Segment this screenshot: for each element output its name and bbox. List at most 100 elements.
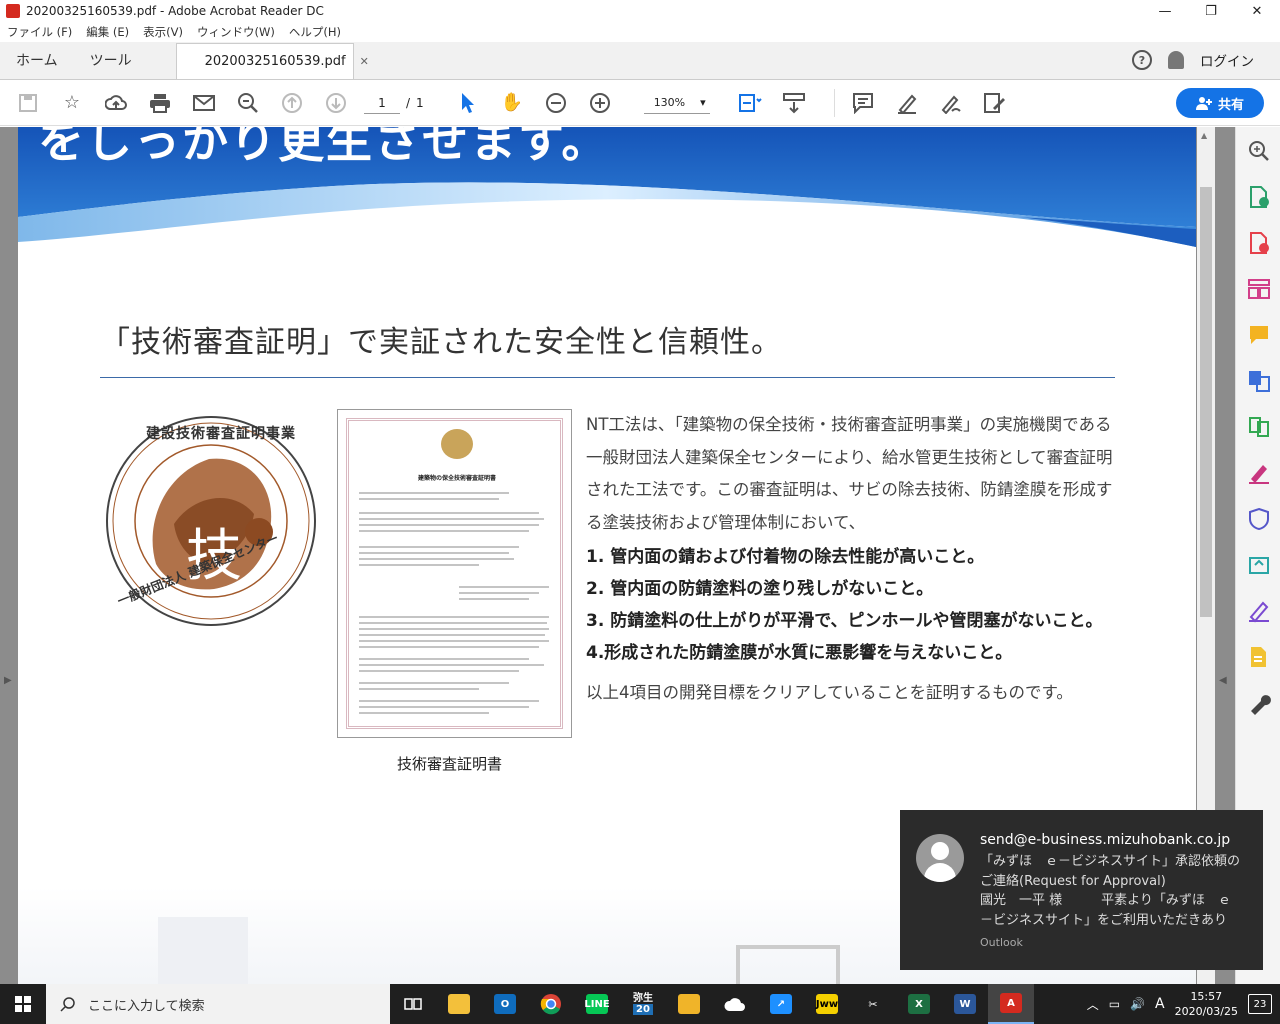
left-panel-toggle-icon[interactable]: ▶ <box>4 675 12 686</box>
page-separator: / <box>406 95 411 110</box>
cloud-drive-icon[interactable] <box>712 984 758 1024</box>
chrome-icon[interactable] <box>528 984 574 1024</box>
login-link[interactable]: ログイン <box>1200 50 1254 70</box>
ime-indicator[interactable]: A <box>1155 996 1165 1012</box>
help-icon[interactable]: ? <box>1132 50 1152 70</box>
network-icon[interactable]: ▭ <box>1109 997 1120 1011</box>
zoom-out-icon[interactable] <box>540 87 572 119</box>
certificate-text-lines <box>359 492 549 714</box>
scroll-up-icon[interactable]: ▲ <box>1201 131 1207 140</box>
next-page-icon[interactable] <box>320 87 352 119</box>
comment-icon[interactable] <box>847 87 879 119</box>
action-center-icon[interactable]: 23 <box>1248 994 1272 1014</box>
right-panel-toggle-icon[interactable]: ◀ <box>1219 675 1227 686</box>
sign-icon[interactable] <box>935 87 967 119</box>
zoom-search-icon[interactable] <box>232 87 264 119</box>
word-icon[interactable]: W <box>942 984 988 1024</box>
wrench-icon[interactable] <box>1247 691 1271 715</box>
select-cursor-icon[interactable] <box>452 87 484 119</box>
menu-bar: ファイル (F) 編集 (E) 表示(V) ウィンドウ(W) ヘルプ(H) <box>0 22 1280 42</box>
comment-tool-icon[interactable] <box>1247 323 1271 347</box>
file-explorer-icon[interactable] <box>436 984 482 1024</box>
save-icon[interactable] <box>12 87 44 119</box>
share-button[interactable]: 共有 <box>1176 88 1264 118</box>
bell-icon[interactable] <box>1168 51 1184 69</box>
outlook-notification-toast[interactable]: send@e-business.mizuhobank.co.jp 「みずほ ｅ－… <box>900 810 1263 970</box>
tab-bar: ホーム ツール 20200325160539.pdf ✕ ? ログイン <box>0 42 1280 80</box>
start-button[interactable] <box>0 984 46 1024</box>
fill-and-sign-icon[interactable] <box>1247 461 1271 485</box>
scroll-mode-icon[interactable] <box>778 87 810 119</box>
toolbar-divider <box>833 88 835 117</box>
outlook-icon[interactable]: O <box>482 984 528 1024</box>
notification-sender: send@e-business.mizuhobank.co.jp <box>980 832 1231 848</box>
yayoi-app-icon[interactable]: 弥生 20 <box>620 984 666 1024</box>
print-icon[interactable] <box>144 87 176 119</box>
section-heading: 「技術審査証明」で実証された安全性と信頼性。 <box>100 325 782 360</box>
page-total: 1 <box>416 95 424 110</box>
acrobat-taskbar-icon[interactable]: A <box>988 984 1034 1024</box>
compress-icon[interactable] <box>1247 415 1271 439</box>
create-pdf-icon[interactable] <box>1247 231 1271 255</box>
zoom-in-icon[interactable] <box>584 87 616 119</box>
certificate-image: 建築物の保全技術審査証明書 <box>337 409 572 738</box>
tray-overflow-icon[interactable]: ︿ <box>1087 996 1099 1013</box>
email-icon[interactable] <box>188 87 220 119</box>
menu-view[interactable]: 表示(V) <box>136 24 190 40</box>
task-view-icon[interactable] <box>390 984 436 1024</box>
export-pdf-icon[interactable] <box>1247 185 1271 209</box>
previous-page-icon[interactable] <box>276 87 308 119</box>
upload-icon[interactable] <box>100 87 132 119</box>
tab-document[interactable]: 20200325160539.pdf ✕ <box>175 43 369 79</box>
send-for-review-icon[interactable] <box>1247 553 1271 577</box>
highlight-pen-icon[interactable] <box>891 87 923 119</box>
page-fit-icon[interactable] <box>734 87 766 119</box>
close-tab-icon[interactable]: ✕ <box>360 55 369 68</box>
arrow-app-icon[interactable]: ↗ <box>758 984 804 1024</box>
page-number-input[interactable]: 1 <box>364 92 400 114</box>
system-tray: ︿ ▭ 🔊 A 15:57 2020/03/25 23 <box>1087 989 1280 1019</box>
certificate-caption: 技術審査証明書 <box>397 755 503 773</box>
protect-shield-icon[interactable] <box>1247 507 1271 531</box>
clock-date: 2020/03/25 <box>1174 1005 1238 1018</box>
bookmark-star-icon[interactable]: ☆ <box>56 87 88 119</box>
menu-file[interactable]: ファイル (F) <box>0 24 79 40</box>
minimize-button[interactable]: — <box>1142 0 1188 22</box>
maximize-button[interactable]: ❐ <box>1188 0 1234 22</box>
line-icon[interactable]: LINE <box>574 984 620 1024</box>
menu-window[interactable]: ウィンドウ(W) <box>190 24 282 40</box>
zoom-level-select[interactable]: 130% <box>643 92 710 114</box>
toolbar: ☆ 1 / 1 ✋ 130% <box>0 80 1280 126</box>
title-bar: 20200325160539.pdf - Adobe Acrobat Reade… <box>0 0 1280 22</box>
heading-rule <box>100 377 1115 378</box>
excel-icon[interactable]: X <box>896 984 942 1024</box>
tab-home[interactable]: ホーム <box>0 41 74 79</box>
banner-text: をしっかり更生させます。 <box>38 127 610 168</box>
snipping-tool-icon[interactable]: ✂ <box>850 984 896 1024</box>
search-zoom-icon[interactable] <box>1247 139 1271 163</box>
conclusion-text: 以上4項目の開発目標をクリアしていることを証明するものです。 <box>586 683 1073 702</box>
sticky-notes-icon[interactable] <box>666 984 712 1024</box>
body-paragraph: NT工法は、「建築物の保全技術・技術審査証明事業」の実施機関である一般財団法人建… <box>586 415 1113 532</box>
fill-sign-icon[interactable] <box>979 87 1011 119</box>
taskbar-search-placeholder: ここに入力して検索 <box>88 998 205 1014</box>
development-goals-list: 1. 管内面の錆および付着物の除去性能が高いこと。 2. 管内面の防錆塗料の塗り… <box>586 541 1103 669</box>
tab-tools[interactable]: ツール <box>74 41 148 79</box>
request-signature-icon[interactable] <box>1247 599 1271 623</box>
close-window-button[interactable]: ✕ <box>1234 0 1280 22</box>
clock[interactable]: 15:57 2020/03/25 <box>1175 989 1238 1019</box>
scrollbar-thumb[interactable] <box>1200 187 1212 617</box>
more-document-icon[interactable] <box>1247 645 1271 669</box>
menu-help[interactable]: ヘルプ(H) <box>282 24 348 40</box>
combine-files-icon[interactable] <box>1247 369 1271 393</box>
tab-document-label: 20200325160539.pdf <box>204 54 346 69</box>
search-icon <box>60 997 75 1012</box>
menu-edit[interactable]: 編集 (E) <box>79 24 136 40</box>
volume-icon[interactable]: 🔊 <box>1130 997 1145 1011</box>
organize-pages-icon[interactable] <box>1247 277 1271 301</box>
hand-tool-icon[interactable]: ✋ <box>496 87 528 119</box>
acrobat-app-icon <box>6 4 20 18</box>
taskbar-search[interactable]: ここに入力して検索 <box>46 984 390 1024</box>
jww-icon[interactable]: Jww <box>804 984 850 1024</box>
window-title: 20200325160539.pdf - Adobe Acrobat Reade… <box>26 4 324 18</box>
